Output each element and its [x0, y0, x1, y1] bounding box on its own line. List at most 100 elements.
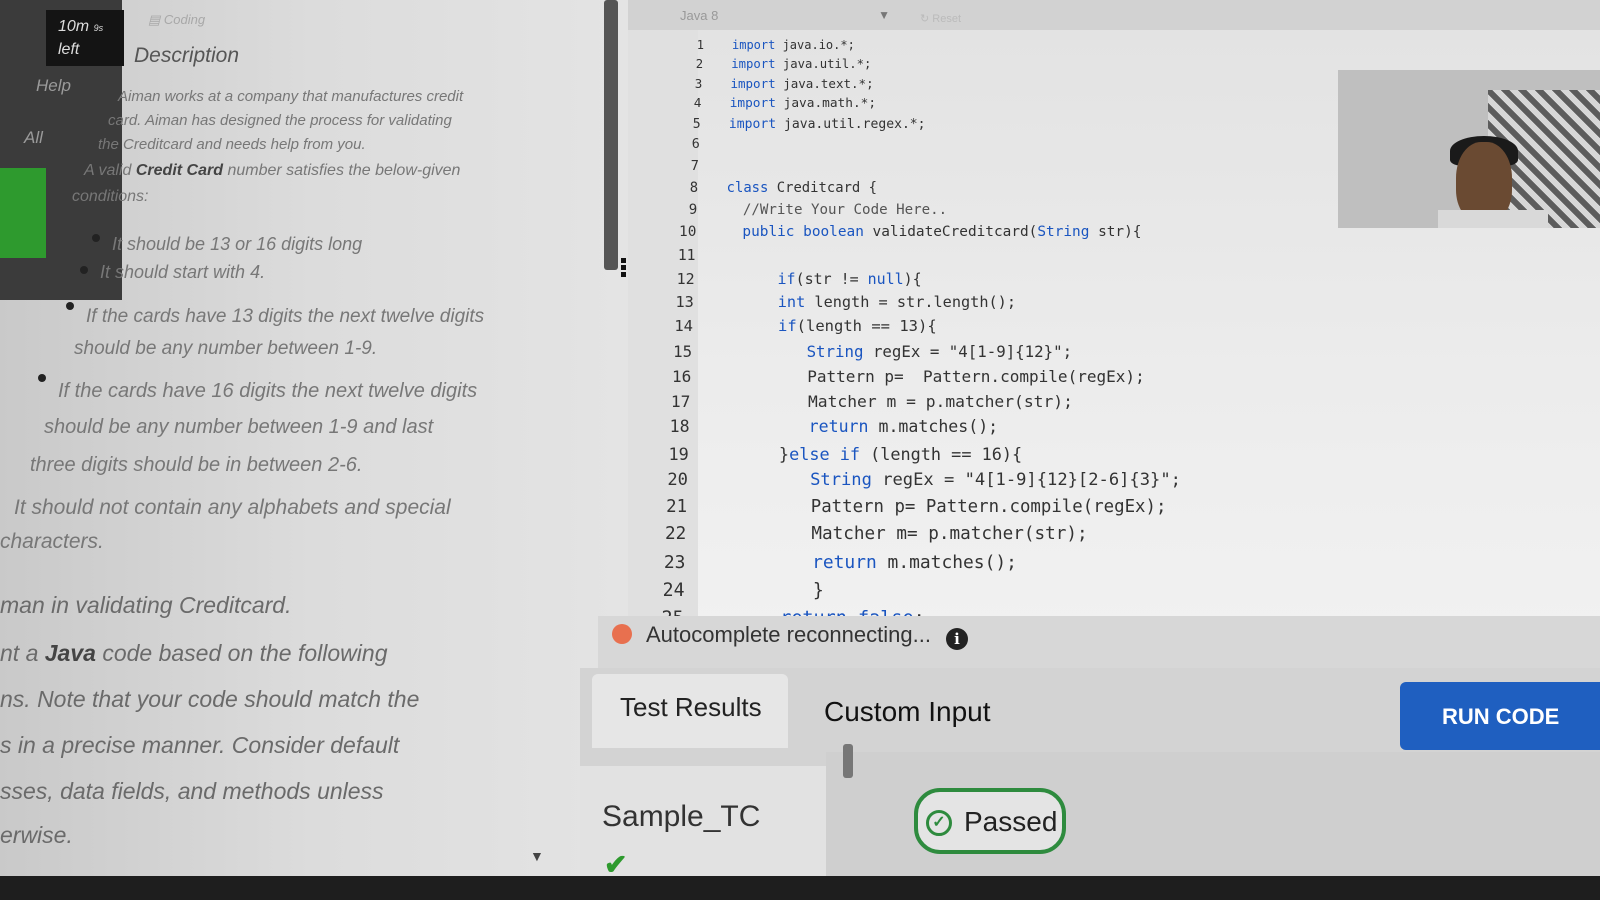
line-number: 4: [693, 96, 702, 112]
condition-item: It should not contain any alphabets and …: [14, 496, 451, 519]
info-icon[interactable]: i: [946, 628, 968, 650]
description-title: Description: [134, 44, 240, 67]
code-line[interactable]: String regEx = "4[1-9]{12}";: [721, 342, 1073, 361]
task-line: erwise.: [0, 822, 73, 848]
scroll-down-icon[interactable]: ▼: [530, 848, 544, 864]
condition-item-continued: three digits should be in between 2-6.: [30, 454, 363, 476]
connection-status-icon: [612, 624, 632, 644]
line-number: 22: [664, 524, 687, 545]
line-number: 10: [679, 223, 697, 240]
task-line: man in validating Creditcard.: [0, 592, 292, 618]
line-number: 18: [669, 417, 690, 437]
reset-label: Reset: [932, 13, 962, 25]
line-number: 17: [670, 391, 691, 411]
condition-item-continued: characters.: [0, 530, 104, 553]
code-line[interactable]: class Creditcard {: [727, 180, 877, 196]
code-line[interactable]: return m.matches();: [715, 552, 1017, 573]
check-circle-icon: ✓: [926, 810, 952, 836]
bullet-dot: [92, 234, 100, 242]
line-number: 12: [676, 269, 695, 288]
code-line[interactable]: import java.math.*;: [730, 96, 876, 111]
code-line[interactable]: Pattern p= Pattern.compile(regEx);: [717, 497, 1167, 517]
line-number: 9: [688, 201, 698, 218]
code-line[interactable]: import java.io.*;: [732, 38, 855, 52]
language-select[interactable]: Java 8 ▼: [670, 4, 902, 30]
timer-seconds: 9s: [93, 23, 104, 33]
code-line[interactable]: }else if (length == 16){: [718, 444, 1022, 464]
chevron-down-icon: ▼: [878, 8, 890, 22]
task-java-bold: Java: [44, 640, 96, 666]
code-line[interactable]: if(length == 13){: [722, 317, 937, 335]
code-line[interactable]: Pattern p= Pattern.compile(regEx);: [720, 367, 1145, 386]
intro-prefix: A valid: [84, 162, 136, 179]
reset-button[interactable]: ↻ Reset: [920, 12, 961, 25]
line-number: 11: [677, 246, 696, 264]
screen-bottom-edge: [0, 876, 1600, 900]
condition-item-continued: should be any number between 1-9 and las…: [44, 416, 434, 438]
condition-item-continued: should be any number between 1-9.: [74, 338, 378, 359]
bullet-dot: [66, 302, 74, 310]
help-link[interactable]: Help: [36, 76, 71, 96]
code-line[interactable]: String regEx = "4[1-9]{12}[2-6]{3}";: [717, 470, 1181, 490]
line-number: 8: [689, 179, 699, 196]
description-line: Aiman works at a company that manufactur…: [118, 88, 464, 105]
task-line: sses, data fields, and methods unless: [0, 778, 384, 804]
line-number: 1: [696, 38, 704, 52]
results-scrollbar[interactable]: [843, 744, 853, 778]
code-line[interactable]: int length = str.length();: [723, 293, 1016, 311]
code-line[interactable]: public boolean validateCreditcard(String…: [725, 224, 1141, 240]
bullet-dot: [80, 266, 88, 274]
code-line[interactable]: return m.matches();: [719, 417, 998, 436]
all-questions-link[interactable]: All: [24, 128, 43, 148]
line-number: 5: [692, 116, 701, 132]
line-number: 20: [667, 469, 688, 490]
line-number: 24: [662, 579, 685, 601]
condition-item: If the cards have 16 digits the next twe…: [58, 380, 478, 402]
intro-bold: Credit Card: [135, 162, 223, 179]
time-left-indicator: 10m 9s left: [46, 10, 124, 66]
bullet-dot: [38, 374, 46, 382]
panel-resize-handle[interactable]: [621, 258, 627, 280]
timer-left-label: left: [58, 41, 80, 58]
code-line[interactable]: if(str != null){: [724, 270, 922, 288]
line-number: 21: [666, 496, 688, 517]
description-line: the Creditcard and needs help from you.: [98, 136, 366, 153]
line-number: 15: [673, 341, 693, 361]
line-number: 6: [691, 137, 700, 153]
line-number: 23: [663, 551, 686, 573]
language-value: Java 8: [680, 8, 719, 23]
test-case-item[interactable]: Sample_TC: [602, 800, 760, 834]
line-number: 14: [674, 317, 693, 336]
line-number: 7: [690, 158, 699, 175]
code-line[interactable]: }: [714, 580, 824, 601]
intro-suffix: number satisfies the below-given: [223, 162, 461, 179]
condition-item: It should start with 4.: [100, 262, 266, 282]
line-number: 2: [695, 57, 704, 71]
intro-text: A valid Credit Card number satisfies the…: [84, 162, 460, 180]
tab-test-results[interactable]: Test Results: [592, 674, 788, 748]
code-line[interactable]: import java.util.regex.*;: [729, 117, 926, 132]
condition-item: It should be 13 or 16 digits long: [112, 234, 363, 254]
breadcrumb: ▤ Coding: [148, 12, 206, 27]
condition-item: If the cards have 13 digits the next twe…: [86, 306, 485, 327]
code-line[interactable]: import java.util.*;: [731, 57, 871, 71]
line-number: 19: [668, 443, 689, 464]
description-line: card. Aiman has designed the process for…: [108, 112, 452, 129]
code-line[interactable]: Matcher m = p.matcher(str);: [720, 392, 1073, 411]
run-code-button[interactable]: RUN CODE: [1400, 682, 1600, 750]
line-number: 16: [672, 366, 692, 386]
progress-marker: [0, 168, 46, 258]
code-line[interactable]: import java.text.*;: [730, 76, 873, 91]
code-line[interactable]: Matcher m= p.matcher(str);: [716, 524, 1087, 544]
intro-continuation: conditions:: [72, 188, 149, 205]
webcam-preview: [1338, 70, 1600, 228]
code-line[interactable]: //Write Your Code Here..: [726, 202, 947, 218]
autocomplete-status: Autocomplete reconnecting...: [646, 622, 931, 647]
tab-custom-input[interactable]: Custom Input: [800, 678, 1015, 746]
timer-value: 10m: [58, 18, 90, 35]
task-java-prefix: nt a: [0, 640, 45, 666]
task-line: s in a precise manner. Consider default: [0, 732, 400, 758]
description-scrollbar[interactable]: [604, 0, 618, 270]
line-number: 3: [694, 76, 703, 92]
task-line: nt a Java code based on the following: [0, 640, 387, 667]
